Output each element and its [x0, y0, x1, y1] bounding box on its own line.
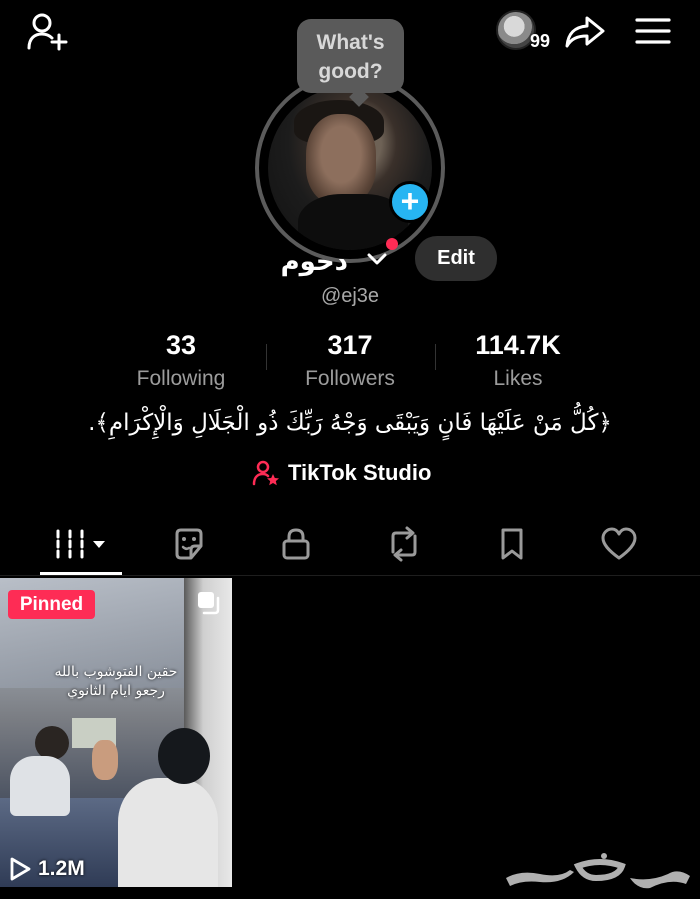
notification-dot — [386, 238, 398, 250]
tab-private[interactable] — [266, 522, 326, 566]
multi-photo-icon — [196, 590, 222, 616]
stat-likes[interactable]: 114.7K Likes — [433, 330, 603, 391]
lock-icon — [282, 528, 310, 560]
avatar[interactable] — [268, 86, 432, 250]
tab-liked[interactable] — [589, 522, 649, 566]
bio-text: ﴿كُلُّ مَنْ عَلَيْهَا فَانٍ وَيَبْقَى وَ… — [88, 410, 612, 436]
tiktok-studio-link[interactable]: TikTok Studio — [252, 457, 431, 489]
video-views: 1.2M — [8, 856, 85, 882]
likes-count: 114.7K — [475, 330, 561, 360]
story-avatar[interactable]: 99 — [496, 10, 550, 54]
sticker-icon — [175, 528, 203, 560]
likes-label: Likes — [493, 367, 543, 390]
chevron-down-icon[interactable] — [366, 250, 388, 268]
tab-videos[interactable] — [51, 522, 111, 566]
following-label: Following — [136, 367, 226, 390]
tab-stickers[interactable] — [159, 522, 219, 566]
bookmark-icon — [501, 528, 523, 560]
edit-profile-button[interactable]: Edit — [415, 236, 497, 281]
heart-icon — [601, 527, 637, 560]
person-star-icon — [252, 460, 279, 486]
followers-count: 317 — [327, 330, 373, 360]
username: @ej3e — [320, 285, 380, 307]
note-bubble-text: What's good? — [316, 31, 385, 83]
grid-icon — [56, 529, 105, 559]
pinned-badge: Pinned — [8, 590, 95, 619]
tiktok-studio-label: TikTok Studio — [288, 460, 432, 485]
name-row: دحوم — [0, 238, 700, 284]
plus-icon: + — [400, 182, 420, 219]
hamburger-menu-icon[interactable] — [634, 14, 672, 48]
video-caption: حقين الفتوشوب بالله رجعو ايام الثانوي — [54, 664, 178, 699]
story-count-badge: 99 — [529, 31, 550, 51]
stat-following[interactable]: 33 Following — [96, 330, 266, 391]
display-name[interactable]: دحوم — [281, 246, 348, 277]
tab-reposts[interactable] — [374, 522, 434, 566]
views-count: 1.2M — [38, 857, 85, 880]
note-bubble[interactable]: What's good? — [297, 19, 404, 93]
share-arrow-icon[interactable] — [563, 12, 607, 52]
tab-favorites[interactable] — [482, 522, 542, 566]
stat-followers[interactable]: 317 Followers — [265, 330, 435, 391]
repost-icon — [391, 526, 417, 562]
watermark-logo — [500, 848, 696, 894]
video-thumbnail[interactable] — [0, 578, 232, 887]
play-icon — [10, 857, 31, 881]
add-friend-icon[interactable] — [26, 12, 70, 52]
tab-divider — [0, 575, 700, 576]
followers-label: Followers — [305, 367, 395, 390]
add-photo-button[interactable]: + — [389, 181, 431, 223]
following-count: 33 — [165, 330, 197, 360]
